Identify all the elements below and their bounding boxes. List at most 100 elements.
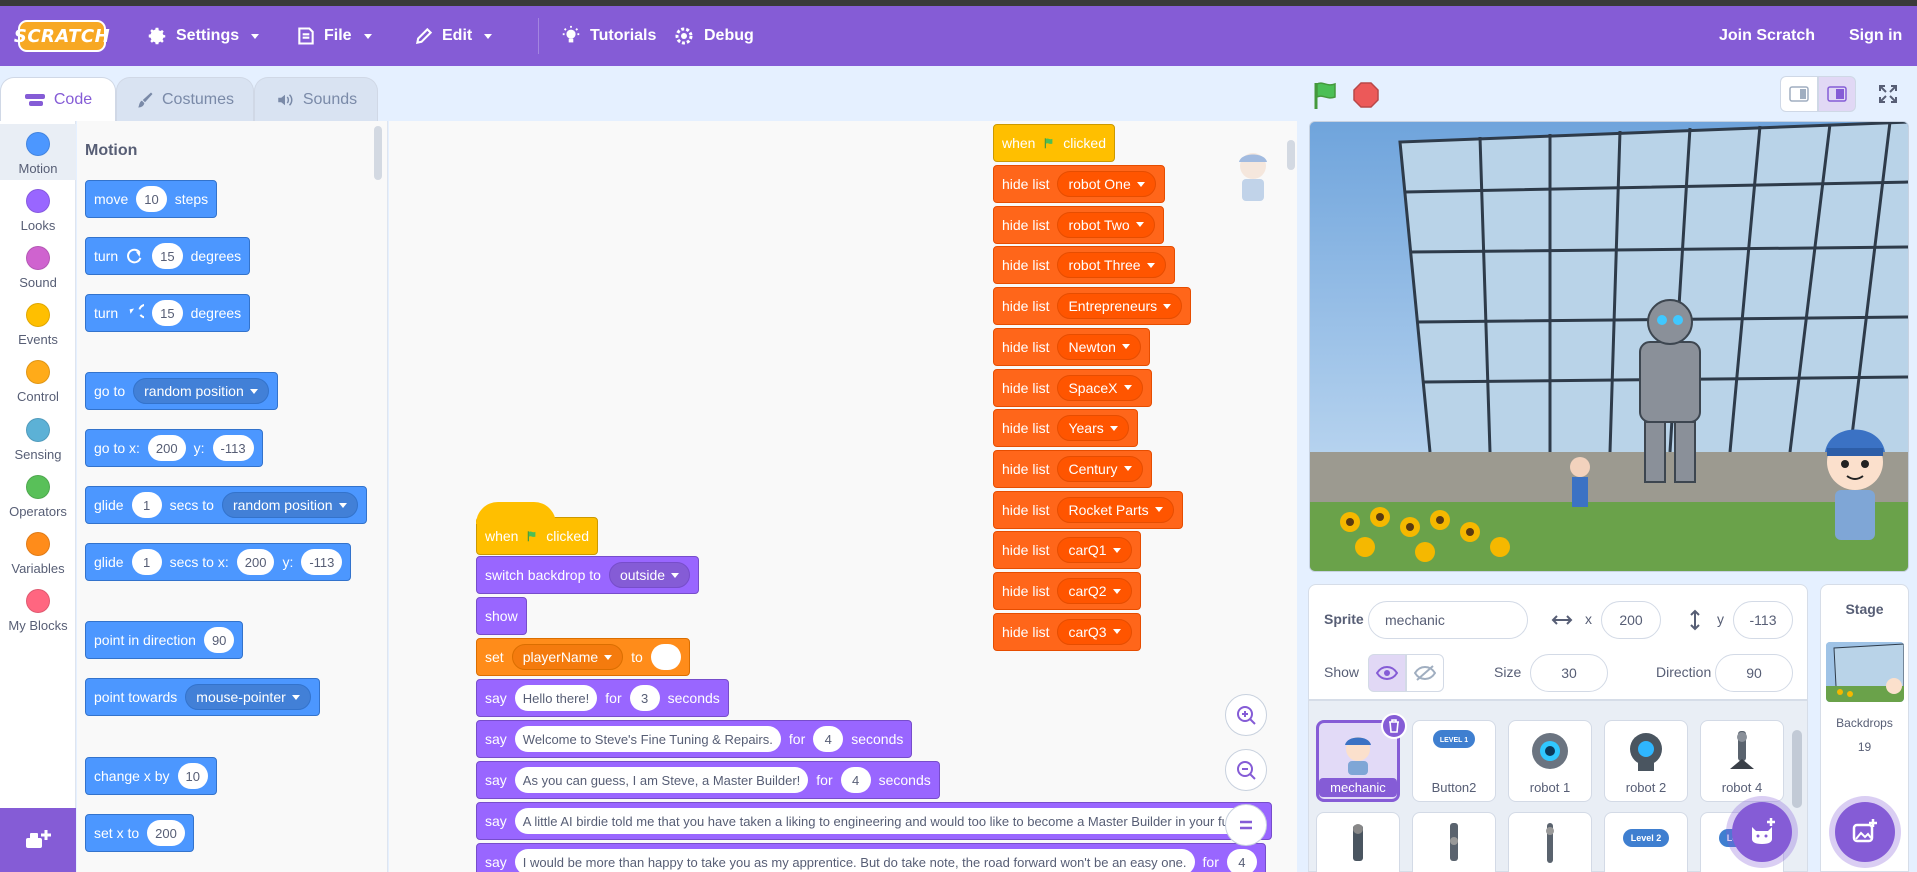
palette-scrollbar[interactable]: [374, 126, 382, 180]
sprite-tile-robot-1[interactable]: robot 1: [1508, 720, 1592, 802]
block-number-input[interactable]: 1: [131, 549, 162, 575]
block-text-input[interactable]: Welcome to Steve's Fine Tuning & Repairs…: [514, 726, 781, 752]
block-dropdown[interactable]: Century: [1057, 455, 1143, 482]
sprite-tile-partial[interactable]: [1412, 812, 1496, 872]
block-number-input[interactable]: 3: [629, 685, 660, 711]
block-go-to-xy[interactable]: go to x: 200 y: -113: [85, 429, 263, 467]
block-when-flag-clicked[interactable]: when clicked: [993, 124, 1115, 162]
block-say-for[interactable]: say Hello there! for 3 seconds: [476, 679, 729, 717]
block-dropdown[interactable]: carQ1: [1057, 537, 1132, 564]
block-number-input[interactable]: 4: [813, 726, 844, 752]
workspace-scrollbar[interactable]: [1287, 140, 1295, 170]
block-dropdown[interactable]: Rocket Parts: [1057, 496, 1174, 523]
block-hide-list[interactable]: hide list carQ3: [993, 612, 1141, 651]
block-glide-xy[interactable]: glide 1 secs to x: 200 y: -113: [85, 543, 352, 581]
block-dropdown[interactable]: random position: [221, 492, 358, 518]
block-number-input[interactable]: 90: [203, 627, 235, 653]
show-visible-button[interactable]: [1368, 654, 1406, 692]
block-turn-right[interactable]: turn 15 degrees: [85, 237, 251, 275]
block-go-to[interactable]: go to random position: [85, 372, 278, 410]
block-hide-list[interactable]: hide list Rocket Parts: [993, 490, 1183, 529]
block-point-towards[interactable]: point towards mouse-pointer: [85, 678, 320, 716]
normal-stage-button[interactable]: [1818, 76, 1856, 112]
block-hide-list[interactable]: hide list SpaceX: [993, 368, 1152, 407]
category-events[interactable]: Events: [0, 295, 76, 351]
category-sensing[interactable]: Sensing: [0, 410, 76, 466]
block-hide-list[interactable]: hide list robot Three: [993, 246, 1175, 285]
debug-menu[interactable]: Debug: [672, 6, 754, 66]
block-number-input[interactable]: 15: [152, 300, 183, 326]
block-dropdown[interactable]: Newton: [1057, 333, 1141, 360]
category-motion[interactable]: Motion: [0, 124, 76, 180]
zoom-reset-button[interactable]: [1225, 804, 1267, 846]
block-switch-backdrop[interactable]: switch backdrop to outside: [476, 556, 700, 594]
choose-sprite-button[interactable]: [1732, 802, 1792, 862]
block-say-for[interactable]: say I would be more than happy to take y…: [476, 843, 1266, 872]
category-my-blocks[interactable]: My Blocks: [0, 581, 76, 637]
block-change-x[interactable]: change x by 10: [85, 757, 217, 795]
category-operators[interactable]: Operators: [0, 467, 76, 523]
block-dropdown[interactable]: mouse-pointer: [185, 684, 311, 710]
block-number-input[interactable]: -113: [212, 435, 254, 461]
delete-sprite-button[interactable]: [1381, 713, 1407, 739]
sprite-tile-mechanic[interactable]: mechanic: [1316, 713, 1407, 802]
block-hide-list[interactable]: hide list Entrepreneurs: [993, 287, 1192, 326]
block-dropdown[interactable]: robot Three: [1057, 252, 1166, 279]
block-dropdown[interactable]: random position: [133, 378, 269, 404]
show-hidden-button[interactable]: [1406, 654, 1444, 692]
direction-input[interactable]: 90: [1715, 654, 1793, 692]
stop-icon[interactable]: [1352, 81, 1380, 109]
sprite-tile-robot-4[interactable]: robot 4: [1700, 720, 1784, 802]
category-control[interactable]: Control: [0, 352, 76, 408]
block-dropdown[interactable]: carQ3: [1057, 618, 1132, 645]
block-set-variable[interactable]: set playerName to: [476, 638, 690, 676]
x-position-input[interactable]: 200: [1601, 601, 1661, 639]
tutorials-menu[interactable]: Tutorials: [560, 6, 656, 66]
block-set-x[interactable]: set x to 200: [85, 814, 194, 852]
settings-menu[interactable]: Settings: [146, 6, 260, 66]
zoom-in-button[interactable]: [1225, 694, 1267, 736]
block-text-input[interactable]: As you can guess, I am Steve, a Master B…: [514, 767, 809, 793]
category-sound[interactable]: Sound: [0, 238, 76, 294]
green-flag-icon[interactable]: [1310, 79, 1342, 111]
block-text-input[interactable]: I would be more than happy to take you a…: [514, 849, 1195, 872]
block-dropdown[interactable]: carQ2: [1057, 578, 1132, 604]
block-hide-list[interactable]: hide list Newton: [993, 327, 1150, 366]
choose-backdrop-button[interactable]: [1835, 802, 1895, 862]
block-when-flag-clicked[interactable]: when clicked: [476, 502, 598, 555]
block-dropdown[interactable]: Entrepreneurs: [1057, 293, 1183, 320]
stage-backdrop-thumbnail[interactable]: [1826, 642, 1904, 702]
sprite-tile-partial[interactable]: Level 2: [1604, 812, 1688, 872]
block-hide-list[interactable]: hide list robot One: [993, 165, 1165, 203]
block-text-input[interactable]: A little AI birdie told me that you have…: [514, 808, 1263, 834]
size-input[interactable]: 30: [1530, 654, 1608, 692]
block-dropdown[interactable]: SpaceX: [1057, 374, 1143, 401]
block-dropdown[interactable]: robot One: [1057, 171, 1156, 197]
block-show[interactable]: show: [476, 597, 527, 635]
sprite-tile-partial[interactable]: [1316, 812, 1400, 872]
file-menu[interactable]: File: [296, 6, 372, 66]
block-text-input[interactable]: Hello there!: [514, 685, 598, 711]
block-move-steps[interactable]: move 10 steps: [85, 180, 218, 218]
sprite-tile-robot-2[interactable]: robot 2: [1604, 720, 1688, 802]
sprite-tile-partial[interactable]: [1508, 812, 1592, 872]
category-looks[interactable]: Looks: [0, 181, 76, 237]
block-number-input[interactable]: 10: [136, 186, 167, 212]
block-number-input[interactable]: -113: [301, 549, 343, 575]
block-glide[interactable]: glide 1 secs to random position: [85, 486, 367, 524]
block-say-for[interactable]: say Welcome to Steve's Fine Tuning & Rep…: [476, 720, 913, 758]
block-text-input[interactable]: [650, 644, 681, 670]
stage-canvas[interactable]: [1309, 121, 1909, 572]
tab-costumes[interactable]: Costumes: [116, 77, 254, 121]
block-dropdown[interactable]: playerName: [511, 644, 624, 670]
block-number-input[interactable]: 4: [1226, 849, 1257, 872]
small-stage-button[interactable]: [1780, 76, 1818, 112]
edit-menu[interactable]: Edit: [414, 6, 493, 66]
block-number-input[interactable]: 200: [147, 435, 186, 461]
zoom-out-button[interactable]: [1225, 749, 1267, 791]
block-number-input[interactable]: 15: [152, 243, 183, 269]
block-dropdown[interactable]: outside: [608, 562, 691, 588]
block-number-input[interactable]: 200: [147, 820, 185, 846]
block-dropdown[interactable]: robot Two: [1057, 211, 1155, 238]
block-turn-left[interactable]: turn 15 degrees: [85, 294, 251, 332]
